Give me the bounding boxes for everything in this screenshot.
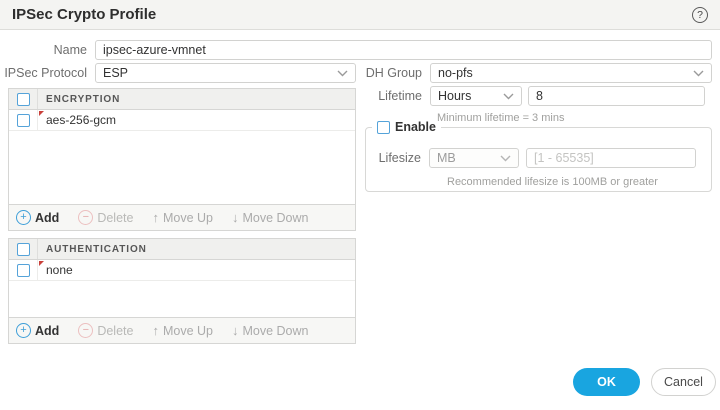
- chevron-down-icon: [337, 70, 348, 76]
- dh-group-row: DH Group no-pfs: [360, 63, 712, 83]
- delete-label: Delete: [97, 210, 134, 225]
- row-checkbox-cell: [9, 110, 38, 130]
- table-row[interactable]: aes-256-gcm: [9, 110, 355, 131]
- lifetime-unit-select[interactable]: Hours: [430, 86, 522, 106]
- modified-marker-icon: [39, 111, 44, 116]
- move-up-label: Move Up: [162, 210, 213, 225]
- ipsec-protocol-select[interactable]: ESP: [95, 63, 356, 83]
- move-down-button[interactable]: ↓ Move Down: [232, 323, 309, 338]
- encryption-header-checkbox-cell: [9, 89, 38, 109]
- add-label: Add: [35, 323, 60, 338]
- arrow-up-icon: ↑: [152, 323, 159, 338]
- help-icon[interactable]: ?: [692, 6, 708, 23]
- encryption-table-header: ENCRYPTION: [9, 89, 355, 110]
- enable-legend: Enable: [372, 120, 441, 134]
- authentication-select-all-checkbox[interactable]: [16, 242, 30, 256]
- authentication-table-body: none: [9, 260, 355, 317]
- lifetime-unit-value: Hours: [438, 89, 472, 103]
- page-title: IPSec Crypto Profile: [12, 6, 157, 23]
- move-down-label: Move Down: [242, 210, 309, 225]
- add-button[interactable]: + Add: [16, 210, 59, 225]
- table-row[interactable]: none: [9, 260, 355, 281]
- arrow-down-icon: ↓: [231, 210, 239, 225]
- ipsec-protocol-row: IPSec Protocol ESP: [0, 63, 356, 83]
- add-label: Add: [35, 210, 60, 225]
- add-icon: +: [16, 210, 31, 225]
- lifetime-label: Lifetime: [378, 89, 422, 103]
- lifesize-label: Lifesize: [378, 151, 421, 165]
- row-checkbox-cell: [9, 260, 38, 280]
- move-up-label: Move Up: [162, 323, 213, 338]
- lifesize-unit-value: MB: [437, 151, 456, 165]
- add-button[interactable]: + Add: [16, 323, 59, 338]
- delete-label: Delete: [97, 323, 134, 338]
- encryption-toolbar: + Add − Delete ↑ Move Up ↓ Move Down: [9, 204, 355, 230]
- encryption-column-header: ENCRYPTION: [46, 93, 121, 105]
- chevron-down-icon: [500, 155, 511, 161]
- delete-icon: −: [78, 323, 94, 338]
- row-checkbox[interactable]: [16, 113, 30, 127]
- authentication-row-cell: none: [38, 260, 355, 280]
- delete-button[interactable]: − Delete: [78, 210, 133, 225]
- authentication-table-header: AUTHENTICATION: [9, 239, 355, 260]
- lifesize-value-input[interactable]: [526, 148, 696, 168]
- move-up-button[interactable]: ↑ Move Up: [152, 323, 213, 338]
- arrow-up-icon: ↑: [152, 210, 159, 225]
- add-icon: +: [16, 323, 31, 338]
- encryption-row-cell: aes-256-gcm: [38, 110, 355, 130]
- lifetime-value-input[interactable]: [528, 86, 705, 106]
- chevron-down-icon: [693, 70, 704, 76]
- name-row: Name: [0, 40, 712, 60]
- authentication-column-header: AUTHENTICATION: [46, 243, 147, 255]
- move-down-label: Move Down: [242, 323, 309, 338]
- arrow-down-icon: ↓: [231, 323, 239, 338]
- authentication-row-value: none: [46, 263, 73, 277]
- name-input[interactable]: [95, 40, 712, 60]
- lifesize-unit-select[interactable]: MB: [429, 148, 519, 168]
- encryption-table-body: aes-256-gcm: [9, 110, 355, 204]
- dialog-header: IPSec Crypto Profile ?: [0, 0, 720, 30]
- move-up-button[interactable]: ↑ Move Up: [152, 210, 213, 225]
- lifesize-note: Recommended lifesize is 100MB or greater: [447, 176, 658, 188]
- delete-icon: −: [78, 210, 94, 225]
- cancel-button[interactable]: Cancel: [651, 368, 716, 396]
- authentication-table: AUTHENTICATION none + Add − Delete ↑ Mov…: [8, 238, 356, 344]
- lifesize-enable-fieldset: Enable Lifesize MB Recommended lifesize …: [365, 120, 712, 192]
- name-label: Name: [53, 43, 87, 57]
- ok-button[interactable]: OK: [573, 368, 640, 396]
- authentication-header-checkbox-cell: [9, 239, 38, 259]
- encryption-row-value: aes-256-gcm: [46, 113, 117, 127]
- ipsec-crypto-profile-dialog: IPSec Crypto Profile ? Name IPSec Protoc…: [0, 0, 720, 410]
- modified-marker-icon: [39, 261, 44, 266]
- dh-group-select[interactable]: no-pfs: [430, 63, 712, 83]
- dh-group-value: no-pfs: [438, 66, 473, 80]
- lifesize-row: Lifesize MB: [366, 148, 696, 168]
- chevron-down-icon: [503, 93, 514, 99]
- lifetime-row: Lifetime Hours: [360, 86, 705, 106]
- row-checkbox[interactable]: [16, 263, 30, 277]
- ipsec-protocol-value: ESP: [103, 66, 129, 80]
- encryption-table: ENCRYPTION aes-256-gcm + Add − Delete ↑ …: [8, 88, 356, 231]
- delete-button[interactable]: − Delete: [78, 323, 133, 338]
- move-down-button[interactable]: ↓ Move Down: [232, 210, 309, 225]
- enable-checkbox[interactable]: [377, 120, 390, 134]
- dh-group-label: DH Group: [365, 66, 422, 80]
- ipsec-protocol-label: IPSec Protocol: [4, 66, 87, 80]
- authentication-toolbar: + Add − Delete ↑ Move Up ↓ Move Down: [9, 317, 355, 343]
- enable-label: Enable: [395, 120, 436, 134]
- encryption-select-all-checkbox[interactable]: [16, 92, 30, 106]
